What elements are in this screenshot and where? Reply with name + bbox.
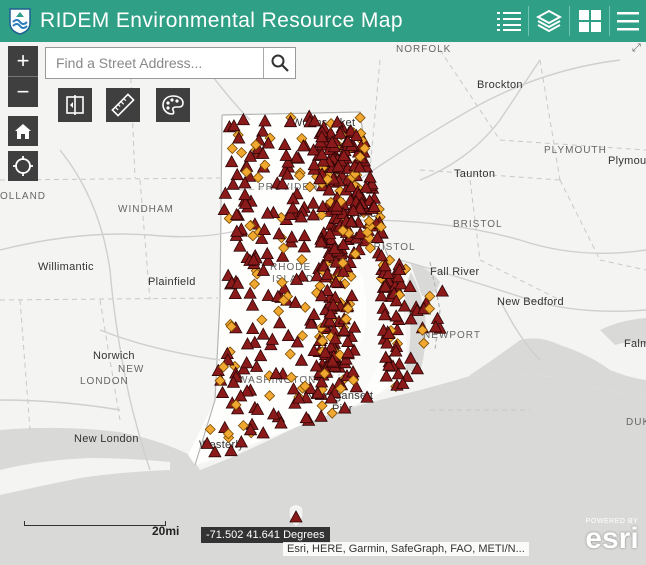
expand-icon[interactable]: ⤢ [632,42,641,55]
site-marker-triangle[interactable] [261,288,275,301]
search-button[interactable] [263,48,295,78]
site-marker-triangle[interactable] [435,284,449,297]
site-marker-diamond[interactable] [226,142,238,155]
site-marker-triangle[interactable] [233,239,247,252]
coordinate-readout: -71.502 41.641 Degrees [201,527,330,543]
site-marker-triangle[interactable] [258,114,272,127]
site-marker-triangle[interactable] [379,369,393,382]
address-search-input[interactable] [46,48,263,78]
site-marker-triangle[interactable] [345,288,359,302]
site-marker-triangle[interactable] [430,311,445,324]
site-marker-triangle[interactable] [236,112,251,126]
site-marker-triangle[interactable] [285,230,299,243]
site-marker-diamond[interactable] [296,254,308,266]
swipe-icon [66,95,84,115]
site-marker-diamond[interactable] [256,314,268,326]
home-icon [15,124,31,139]
zoom-in-button[interactable]: + [8,46,38,76]
site-marker-diamond[interactable] [204,423,216,435]
site-marker-triangle[interactable] [404,351,418,364]
site-marker-triangle[interactable] [245,298,260,311]
site-marker-diamond[interactable] [326,407,338,419]
symbology-button[interactable] [156,88,190,122]
swipe-button[interactable] [58,88,92,122]
site-marker-triangle[interactable] [256,426,270,439]
site-marker-triangle[interactable] [273,316,287,329]
site-marker-triangle[interactable] [224,154,239,168]
site-marker-diamond[interactable] [235,147,248,159]
basemap-gallery-button[interactable] [571,0,609,42]
layer-list-button[interactable] [490,0,528,42]
site-marker-triangle[interactable] [279,148,293,161]
site-marker-diamond[interactable] [284,348,296,360]
site-marker-triangle[interactable] [260,246,274,260]
locate-icon [13,156,33,176]
site-marker-diamond[interactable] [273,305,285,317]
address-search [45,47,296,79]
site-marker-diamond[interactable] [299,301,311,313]
layers-icon [536,9,562,33]
site-marker-diamond[interactable] [285,371,297,383]
site-marker-triangle[interactable] [306,196,320,209]
hamburger-icon [617,12,639,31]
site-marker-triangle[interactable] [217,202,231,216]
resource-markers-layer[interactable] [0,42,646,565]
locate-button[interactable] [8,151,38,181]
site-marker-triangle[interactable] [410,362,425,375]
site-marker-triangle[interactable] [215,385,230,399]
site-marker-triangle[interactable] [363,170,377,183]
app-title: RIDEM Environmental Resource Map [40,9,403,32]
site-marker-triangle[interactable] [200,436,214,449]
site-marker-diamond[interactable] [248,278,261,290]
site-marker-triangle[interactable] [249,359,264,372]
site-marker-triangle[interactable] [297,228,312,242]
site-marker-triangle[interactable] [314,409,328,422]
site-marker-triangle[interactable] [297,240,311,253]
esri-logo: POWERED BY esri [585,518,639,555]
palette-icon [162,95,184,115]
zoom-out-button[interactable]: − [8,77,38,107]
site-marker-diamond[interactable] [416,324,428,336]
measure-icon [111,93,135,117]
site-marker-triangle[interactable] [272,227,286,240]
site-marker-diamond[interactable] [304,181,316,193]
map-attribution[interactable]: Esri, HERE, Garmin, SafeGraph, FAO, METI… [283,542,529,556]
search-icon [271,54,289,72]
map-view[interactable]: NORFOLK Brockton PLYMOUTH Plymou Woonsoc… [0,42,646,565]
ridem-logo-icon [9,8,31,35]
site-marker-triangle[interactable] [294,353,309,366]
site-marker-triangle[interactable] [289,510,303,523]
home-button[interactable] [8,116,38,146]
site-marker-triangle[interactable] [347,320,362,333]
site-marker-triangle[interactable] [389,309,403,322]
site-marker-diamond[interactable] [264,390,276,402]
site-marker-triangle[interactable] [238,187,252,201]
site-marker-triangle[interactable] [360,390,374,403]
site-marker-triangle[interactable] [278,137,292,150]
grid-icon [579,10,601,32]
zoom-control: + − [8,46,38,107]
site-marker-triangle[interactable] [253,348,268,362]
app-header: RIDEM Environmental Resource Map [0,0,646,42]
site-marker-triangle[interactable] [234,435,248,448]
site-marker-triangle[interactable] [281,328,295,342]
menu-button[interactable] [609,0,646,42]
site-marker-diamond[interactable] [418,337,430,349]
list-icon [497,12,521,31]
scale-label: 20mi [152,524,180,538]
layers-button[interactable] [530,0,568,42]
measure-button[interactable] [106,88,140,122]
site-marker-triangle[interactable] [338,401,352,414]
site-marker-triangle[interactable] [246,321,260,335]
scale-bar [24,521,166,526]
site-marker-triangle[interactable] [240,356,254,369]
site-marker-triangle[interactable] [307,307,321,320]
site-marker-diamond[interactable] [354,112,366,124]
